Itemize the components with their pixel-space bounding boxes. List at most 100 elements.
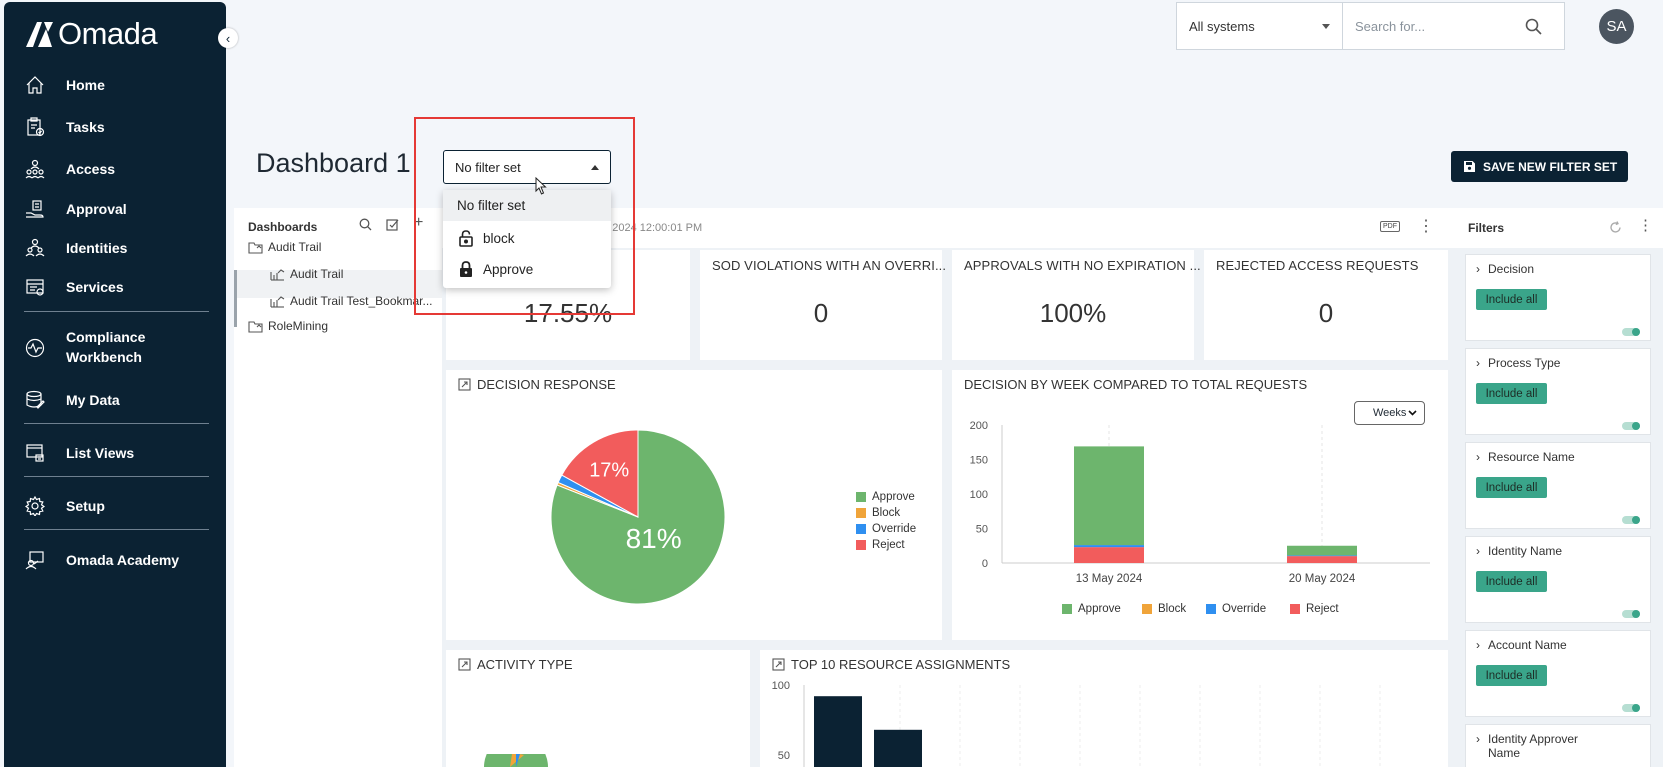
include-all-button[interactable]: Include all: [1476, 289, 1547, 310]
list-views-icon: [24, 442, 46, 464]
legend-reject[interactable]: Reject: [1290, 603, 1339, 615]
filter-toggle[interactable]: [1622, 704, 1640, 712]
tree-label: Audit Trail: [290, 267, 344, 281]
legend-label: Override: [872, 523, 917, 535]
system-select[interactable]: All systems: [1176, 2, 1343, 50]
filter-decision: › Decision Include all: [1465, 254, 1651, 341]
more-options-icon[interactable]: ⋮: [1418, 216, 1434, 236]
nav-list-views[interactable]: List Views: [4, 442, 226, 464]
bar-segment-approve[interactable]: [1287, 545, 1357, 556]
nav-omada-academy[interactable]: Omada Academy: [4, 549, 226, 571]
search-icon[interactable]: [1525, 18, 1542, 35]
bar-segment-override[interactable]: [1287, 555, 1357, 557]
kpi-title: REJECTED ACCESS REQUESTS: [1216, 258, 1419, 273]
nav-compliance-workbench[interactable]: Compliance Workbench: [4, 327, 226, 369]
search-icon[interactable]: [359, 218, 372, 231]
omada-logo[interactable]: Omada: [24, 16, 158, 52]
include-all-button[interactable]: Include all: [1476, 665, 1547, 686]
filter-expander[interactable]: › Identity Approver Name: [1476, 732, 1578, 760]
filter-option-block[interactable]: block: [443, 223, 611, 254]
filters-title: Filters: [1468, 221, 1505, 235]
brand-name: Omada: [58, 16, 158, 51]
legend-approve[interactable]: Approve: [856, 491, 915, 503]
more-options-icon[interactable]: ⋮: [1638, 216, 1653, 234]
y-tick-label: 0: [982, 558, 988, 570]
filter-set-select[interactable]: No filter set: [443, 150, 611, 184]
bar[interactable]: [814, 696, 862, 767]
weeks-select[interactable]: Weeks: [1354, 401, 1425, 425]
legend-override[interactable]: Override: [1206, 603, 1266, 615]
top10-resource-assignments-panel: TOP 10 RESOURCE ASSIGNMENTS 50 100: [760, 650, 1448, 767]
include-all-button[interactable]: Include all: [1476, 383, 1547, 404]
expand-panel-icon[interactable]: [458, 658, 471, 671]
bar-segment-approve[interactable]: [1074, 446, 1144, 546]
y-tick-label: 200: [970, 420, 988, 432]
legend-approve[interactable]: Approve: [1062, 603, 1121, 615]
collapse-sidebar-button[interactable]: ‹: [218, 28, 238, 48]
nav-access[interactable]: Access: [4, 158, 226, 180]
nav-approval[interactable]: Approval: [4, 198, 226, 220]
pie-data-label: 81%: [626, 523, 682, 554]
nav-services[interactable]: Services: [4, 276, 226, 298]
dashboards-panel: Dashboards + Audit Trail Audit Trail Aud…: [234, 208, 442, 767]
save-new-filter-set-button[interactable]: SAVE NEW FILTER SET: [1451, 151, 1628, 182]
bar-segment-override[interactable]: [1074, 545, 1144, 548]
tree-item-audit-trail[interactable]: Audit Trail: [270, 267, 343, 281]
filter-name: Account Name: [1488, 638, 1567, 652]
nav-identities[interactable]: Identities: [4, 237, 226, 259]
tree-guide-line: [234, 270, 237, 327]
decision-response-panel: DECISION RESPONSE 81% 17% Approve Block O…: [446, 370, 942, 640]
home-icon: [24, 74, 46, 96]
legend-block[interactable]: Block: [856, 507, 900, 519]
legend-reject[interactable]: Reject: [856, 539, 905, 551]
tree-label: Audit Trail Test_Bookmar...: [290, 294, 433, 308]
bar[interactable]: [874, 729, 922, 767]
tree-folder-rolemining[interactable]: RoleMining: [248, 319, 328, 333]
search-input[interactable]: Search for...: [1343, 2, 1565, 50]
nav-home[interactable]: Home: [4, 74, 226, 96]
filter-option-approve[interactable]: Approve: [443, 254, 611, 285]
filter-option-no-filter[interactable]: No filter set: [443, 190, 611, 221]
filter-toggle[interactable]: [1622, 610, 1640, 618]
include-all-button[interactable]: Include all: [1476, 571, 1547, 592]
filter-expander[interactable]: › Decision: [1476, 262, 1534, 276]
legend-override[interactable]: Override: [856, 523, 916, 535]
top10-bar-chart: 50 100: [772, 680, 1381, 767]
tree-folder-audit-trail[interactable]: Audit Trail: [248, 240, 321, 254]
avatar[interactable]: SA: [1599, 9, 1634, 44]
kpi-card: APPROVALS WITH NO EXPIRATION ... 100%: [952, 250, 1201, 360]
add-icon[interactable]: +: [414, 214, 423, 232]
kpi-card: REJECTED ACCESS REQUESTS 0: [1204, 250, 1448, 360]
filter-identity-approver-name: › Identity Approver Name: [1465, 724, 1651, 767]
expand-panel-icon[interactable]: [772, 658, 785, 671]
edit-icon[interactable]: [386, 218, 399, 231]
nav-identities-label: Identities: [66, 239, 128, 256]
search-placeholder: Search for...: [1355, 18, 1426, 34]
nav-omada-academy-label: Omada Academy: [66, 551, 180, 568]
legend-block[interactable]: Block: [1142, 603, 1186, 615]
pdf-icon[interactable]: PDF: [1380, 221, 1400, 232]
include-all-button[interactable]: Include all: [1476, 477, 1547, 498]
bar-segment-reject[interactable]: [1287, 556, 1357, 563]
tree-item-audit-trail-test[interactable]: Audit Trail Test_Bookmar...: [270, 294, 433, 308]
expand-panel-icon[interactable]: [458, 378, 471, 391]
bar-segment-reject[interactable]: [1074, 547, 1144, 563]
filter-expander[interactable]: › Process Type: [1476, 356, 1560, 370]
filter-toggle[interactable]: [1622, 328, 1640, 336]
filter-expander[interactable]: › Resource Name: [1476, 450, 1575, 464]
nav-my-data[interactable]: My Data: [4, 389, 226, 411]
identities-icon: [24, 237, 46, 259]
legend-label: Reject: [1306, 603, 1339, 615]
filter-account-name: › Account Name Include all: [1465, 630, 1651, 717]
nav-divider: [24, 423, 209, 424]
filter-expander[interactable]: › Account Name: [1476, 638, 1567, 652]
filter-expander[interactable]: › Identity Name: [1476, 544, 1562, 558]
nav-tasks[interactable]: Tasks: [4, 116, 226, 138]
legend-label: Reject: [872, 539, 905, 551]
unlocked-icon: [459, 230, 473, 247]
nav-tasks-label: Tasks: [66, 118, 105, 135]
reset-icon[interactable]: [1609, 221, 1622, 234]
nav-setup[interactable]: Setup: [4, 495, 226, 517]
filter-toggle[interactable]: [1622, 422, 1640, 430]
filter-toggle[interactable]: [1622, 516, 1640, 524]
